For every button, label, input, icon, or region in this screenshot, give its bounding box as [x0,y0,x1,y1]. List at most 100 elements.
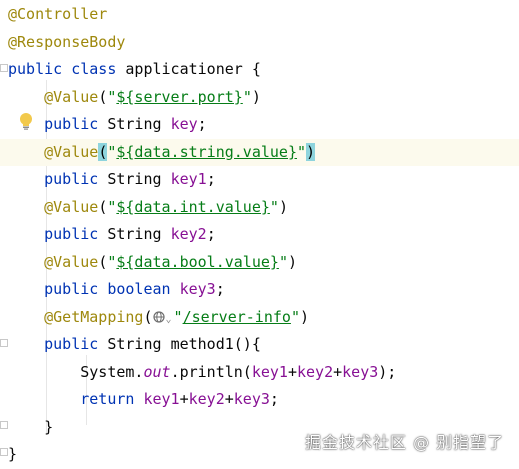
code-line[interactable]: public String key2; [0,221,519,249]
code-token: ${data.string.value} [116,142,297,161]
code-token: @ResponseBody [8,32,126,51]
code-token: /server-info [182,307,291,326]
code-token: System. [80,362,144,381]
code-token: ; [206,225,216,243]
code-token: } [8,417,54,436]
code-line[interactable]: @GetMapping(⌄ "/server-info") [0,304,519,332]
code-token: + [287,362,297,381]
code-line-text: public boolean key3; [8,276,225,304]
code-token: ( [98,142,108,161]
code-token: " [173,307,183,326]
code-token: + [333,362,343,381]
code-line-text: } [8,441,17,469]
code-token: key3 [179,280,216,298]
code-token: key [170,115,198,133]
code-line-text: public String key1; [8,166,216,194]
code-token: ) [278,197,288,216]
code-line-text: @ResponseBody [8,29,125,57]
code-line[interactable]: return key1+key2+key3; [0,386,519,414]
code-line-text: public String key2; [8,221,216,249]
code-line[interactable]: @Value("${data.bool.value}") [0,249,519,277]
code-line-text: } [8,414,53,442]
code-line-text: @Value("${data.bool.value}") [8,249,297,277]
code-token: out [143,362,171,381]
code-line-text: @Value("${data.string.value}") [8,139,316,167]
code-line-text: @GetMapping(⌄ "/server-info") [8,304,309,334]
code-token: ; [215,280,225,298]
watermark: 掘金技术社区 @ 别指望了 [305,433,505,452]
code-line[interactable]: public String method1(){ [0,331,519,359]
code-token: ) [306,142,316,161]
code-token: ( [98,197,108,216]
code-token: method1 [170,335,234,353]
code-token: ; [197,115,207,133]
code-line-text: public String method1(){ [8,331,261,359]
code-token: @Value [44,142,99,161]
code-token: key1 [251,362,288,381]
code-line-text: @Value("${data.int.value}") [8,194,288,222]
code-token: key3 [342,362,379,381]
code-token: String [107,335,171,353]
code-token: (){ [233,335,261,353]
code-line[interactable]: @Value("${server.port}") [0,84,519,112]
code-token: .println( [170,362,252,381]
code-token: ) [299,307,309,326]
code-token: ( [98,252,108,271]
code-token: return [80,390,144,408]
code-token: + [224,390,234,408]
code-token: ${data.int.value} [116,197,270,216]
code-line-text: System.out.println(key1+key2+key3); [8,359,396,387]
code-token: ; [269,390,279,408]
code-token: } [8,445,18,463]
code-token: " [290,307,300,326]
code-token: @Value [44,87,99,106]
code-token: key1 [143,390,180,408]
code-token: @Controller [8,5,108,23]
code-editor[interactable]: @Controller @ResponseBody public class app… [0,0,519,464]
code-token: boolean [107,280,180,298]
code-line-text: public class applicationer { [8,56,261,84]
code-token: public [44,225,108,243]
code-token: + [179,390,189,408]
code-line[interactable]: @ResponseBody [0,29,519,57]
code-line[interactable]: public boolean key3; [0,276,519,304]
code-line[interactable]: @Value("${data.int.value}") [0,194,519,222]
code-line[interactable]: public String key; [0,111,519,139]
code-token: " [278,252,288,271]
code-line[interactable]: @Value("${data.string.value}") [0,138,519,167]
code-token: key2 [188,390,225,408]
code-token: ) [287,252,297,271]
code-line[interactable]: System.out.println(key1+key2+key3); [0,359,519,387]
code-token: key2 [297,362,334,381]
code-token: ( [98,87,108,106]
code-token: key3 [233,390,270,408]
code-token: " [269,197,279,216]
code-token: applicationer { [125,60,261,78]
code-token: public class [8,60,126,78]
code-token: public [44,335,108,353]
code-token: ; [206,170,216,188]
code-token: public [44,280,108,298]
code-token: @Value [44,252,99,271]
code-token: " [297,142,307,161]
code-line[interactable]: public String key1; [0,166,519,194]
code-token: " [242,87,252,106]
code-line-text: @Value("${server.port}") [8,84,261,112]
globe-icon[interactable]: ⌄ [152,308,174,326]
code-token: ) [251,87,261,106]
code-line-text: @Controller [8,1,107,29]
code-token: String [107,115,171,133]
code-line[interactable]: public class applicationer { [0,56,519,84]
code-line[interactable]: @Controller [0,1,519,29]
code-token: String [107,225,171,243]
code-line-text: return key1+key2+key3; [8,386,279,414]
